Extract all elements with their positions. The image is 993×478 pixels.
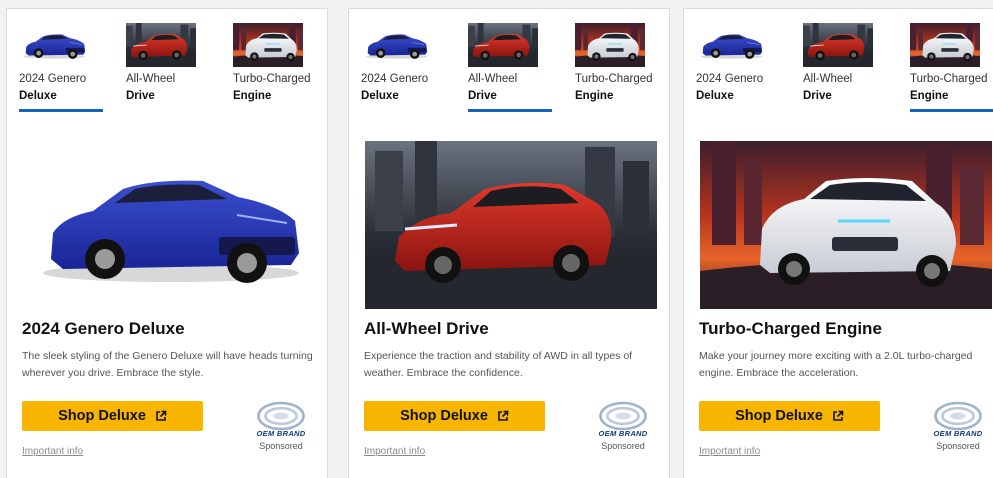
ad-card-deluxe: 2024 Genero Deluxe All-Wheel Drive Turbo… (6, 8, 328, 478)
feature-tabs: 2024 Genero Deluxe All-Wheel Drive Turbo… (696, 23, 993, 121)
brand-block: OEM BRAND Sponsored (249, 401, 313, 461)
tab-genero-deluxe[interactable]: 2024 Genero Deluxe (19, 23, 115, 121)
card-description: Experience the traction and stability of… (364, 350, 633, 379)
brand-name: OEM BRAND (933, 429, 983, 438)
cta-label: Shop Deluxe (58, 408, 146, 424)
tab-all-wheel-drive[interactable]: All-Wheel Drive (803, 23, 899, 121)
oem-brand-logo (932, 401, 984, 431)
active-tab-indicator (19, 109, 103, 112)
card-title: Turbo-Charged Engine (699, 319, 882, 338)
feature-tabs: 2024 Genero Deluxe All-Wheel Drive Turbo… (19, 23, 321, 121)
tab-all-wheel-drive[interactable]: All-Wheel Drive (126, 23, 222, 121)
tab-label-line1: 2024 Genero (361, 73, 429, 85)
tab-label-line1: 2024 Genero (696, 73, 764, 85)
oem-brand-logo (255, 401, 307, 431)
important-info-link[interactable]: Important info (22, 446, 83, 457)
cta-label: Shop Deluxe (400, 408, 488, 424)
cta-label: Shop Deluxe (735, 408, 823, 424)
brand-block: OEM BRAND Sponsored (926, 401, 990, 461)
hero-image-red-car[interactable] (365, 141, 657, 309)
tab-label-line2: Deluxe (696, 90, 734, 102)
active-tab-indicator (468, 109, 552, 112)
tab-label-line2: Drive (126, 90, 155, 102)
tab-label-line1: Turbo-Charged (910, 73, 988, 85)
brand-block: OEM BRAND Sponsored (591, 401, 655, 461)
thumbnail-red-car (126, 23, 196, 67)
tab-label-line2: Drive (468, 90, 497, 102)
tab-label-line1: All-Wheel (126, 73, 176, 85)
brand-name: OEM BRAND (256, 429, 306, 438)
tab-turbo-charged-engine[interactable]: Turbo-Charged Engine (233, 23, 329, 121)
tab-label-line2: Engine (575, 90, 614, 102)
card-description: The sleek styling of the Genero Deluxe w… (22, 350, 313, 379)
tab-label-line2: Engine (233, 90, 272, 102)
tab-label-line2: Deluxe (361, 90, 399, 102)
important-info-link[interactable]: Important info (699, 446, 760, 457)
tab-label-line2: Drive (803, 90, 832, 102)
active-tab-indicator (910, 109, 993, 112)
tab-label-line1: 2024 Genero (19, 73, 87, 85)
tab-label-line1: All-Wheel (468, 73, 518, 85)
thumbnail-blue-car (696, 23, 766, 67)
thumbnail-blue-car (361, 23, 431, 67)
external-link-icon (497, 410, 509, 422)
thumbnail-red-car (803, 23, 873, 67)
hero-image-white-car[interactable] (700, 141, 992, 309)
tab-label-line1: All-Wheel (803, 73, 853, 85)
tab-label-line1: Turbo-Charged (575, 73, 653, 85)
card-title: All-Wheel Drive (364, 319, 489, 338)
oem-brand-logo (597, 401, 649, 431)
thumbnail-white-car (233, 23, 303, 67)
thumbnail-white-car (910, 23, 980, 67)
tab-label-line2: Engine (910, 90, 949, 102)
ad-card-awd: 2024 Genero Deluxe All-Wheel Drive Turbo… (348, 8, 670, 478)
sponsored-label: Sponsored (936, 441, 980, 451)
shop-deluxe-button[interactable]: Shop Deluxe (22, 401, 203, 431)
thumbnail-red-car (468, 23, 538, 67)
thumbnail-blue-car (19, 23, 89, 67)
external-link-icon (832, 410, 844, 422)
card-title: 2024 Genero Deluxe (22, 319, 185, 338)
tab-genero-deluxe[interactable]: 2024 Genero Deluxe (696, 23, 792, 121)
tab-label-line2: Deluxe (19, 90, 57, 102)
shop-deluxe-button[interactable]: Shop Deluxe (364, 401, 545, 431)
tab-turbo-charged-engine[interactable]: Turbo-Charged Engine (910, 23, 993, 121)
tab-all-wheel-drive[interactable]: All-Wheel Drive (468, 23, 564, 121)
card-description: Make your journey more exciting with a 2… (699, 350, 973, 379)
tab-turbo-charged-engine[interactable]: Turbo-Charged Engine (575, 23, 671, 121)
tab-genero-deluxe[interactable]: 2024 Genero Deluxe (361, 23, 457, 121)
sponsored-label: Sponsored (259, 441, 303, 451)
ad-card-turbo: 2024 Genero Deluxe All-Wheel Drive Turbo… (683, 8, 993, 478)
shop-deluxe-button[interactable]: Shop Deluxe (699, 401, 880, 431)
tab-label-line1: Turbo-Charged (233, 73, 311, 85)
thumbnail-white-car (575, 23, 645, 67)
hero-image-blue-car[interactable] (23, 141, 315, 309)
brand-name: OEM BRAND (598, 429, 648, 438)
important-info-link[interactable]: Important info (364, 446, 425, 457)
external-link-icon (155, 410, 167, 422)
feature-tabs: 2024 Genero Deluxe All-Wheel Drive Turbo… (361, 23, 663, 121)
sponsored-label: Sponsored (601, 441, 645, 451)
